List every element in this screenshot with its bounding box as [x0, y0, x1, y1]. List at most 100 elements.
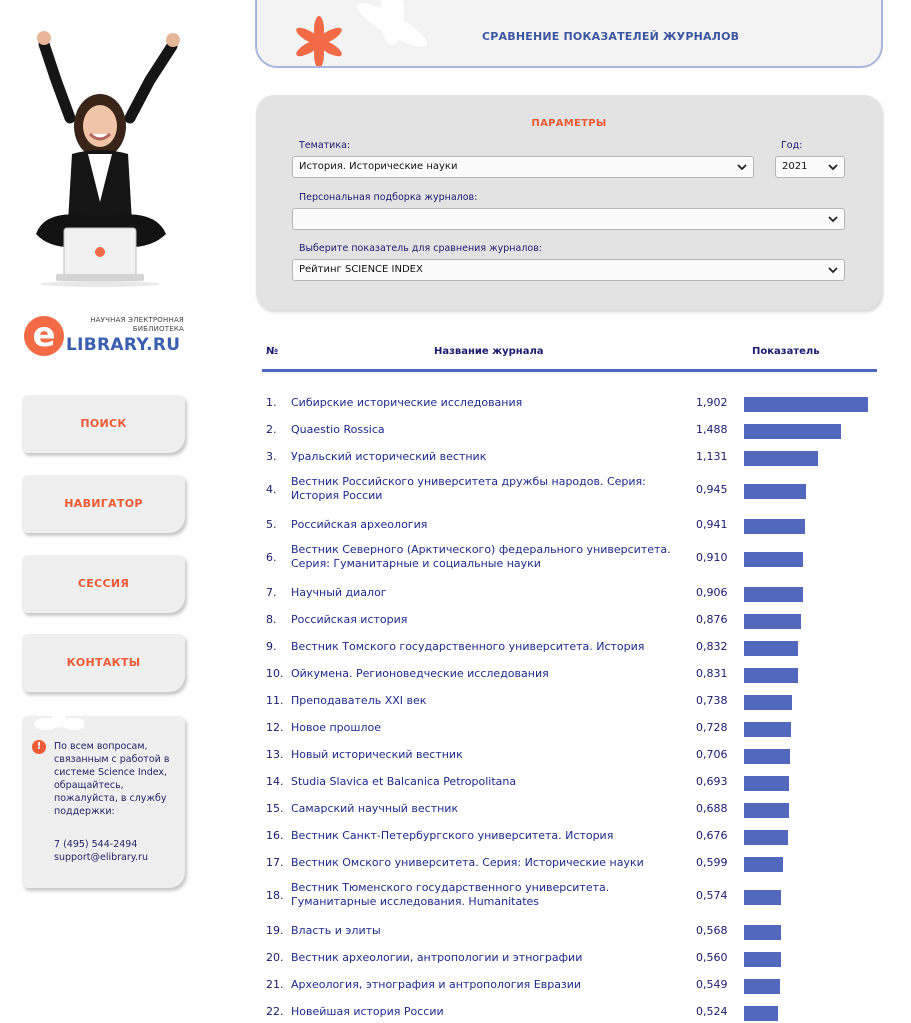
sidebar: НАУЧНАЯ ЭЛЕКТРОННАЯ БИБЛИОТЕКА e LIBRARY… — [0, 0, 200, 1023]
nav-search-button[interactable]: ПОИСК — [22, 395, 185, 453]
table-row: 6. Вестник Северного (Арктического) федер… — [262, 543, 877, 584]
topic-select[interactable]: История. Исторические науки — [292, 156, 754, 178]
table-row: 9. Вестник Томского государственного унив… — [262, 638, 877, 665]
logo-e-mark: e — [24, 316, 64, 356]
nav-contacts-button[interactable]: КОНТАКТЫ — [22, 634, 185, 692]
journal-name-link[interactable]: Власть и элиты — [291, 924, 686, 938]
journal-name-link[interactable]: Вестник Томского государственного универ… — [291, 640, 686, 654]
indicator-value: 1,488 — [696, 423, 728, 436]
table-row: 2. Quaestio Rossica 1,488 — [262, 421, 877, 448]
logo-brand-text: LIBRARY.RU — [66, 335, 181, 355]
indicator-bar — [744, 722, 791, 737]
asterisk-logo-icon — [296, 16, 342, 66]
nav-navigator-button[interactable]: НАВИГАТОР — [22, 475, 185, 533]
journal-name-link[interactable]: Вестник Тюменского государственного унив… — [291, 881, 686, 909]
support-contacts: 7 (495) 544-2494 support@elibrary.ru — [54, 838, 182, 864]
support-box: ! По всем вопросам, связанным с работой … — [22, 716, 185, 888]
row-number: 6. — [266, 551, 277, 564]
row-number: 4. — [266, 483, 277, 496]
journal-name-link[interactable]: Уральский исторический вестник — [291, 450, 686, 464]
indicator-label: Выберите показатель для сравнения журнал… — [299, 243, 543, 254]
table-row: 22. Новейшая история России 0,524 — [262, 1003, 877, 1023]
journal-name-link[interactable]: Вестник Российского университета дружбы … — [291, 475, 686, 503]
indicator-select[interactable]: Рейтинг SCIENCE INDEX — [292, 259, 845, 281]
indicator-value: 0,549 — [696, 978, 728, 991]
table-row: 13. Новый исторический вестник 0,706 — [262, 746, 877, 773]
indicator-value: 0,524 — [696, 1005, 728, 1018]
personal-selection-select[interactable] — [292, 208, 845, 230]
row-number: 11. — [266, 694, 284, 707]
row-number: 12. — [266, 721, 284, 734]
support-phone: 7 (495) 544-2494 — [54, 839, 138, 850]
journal-name-link[interactable]: Ойкумена. Регионоведческие исследования — [291, 667, 686, 681]
row-number: 15. — [266, 802, 284, 815]
row-number: 17. — [266, 856, 284, 869]
journal-name-link[interactable]: Самарский научный вестник — [291, 802, 686, 816]
indicator-bar — [744, 695, 792, 710]
table-row: 21. Археология, этнография и антропология… — [262, 976, 877, 1003]
indicator-bar — [744, 979, 780, 994]
indicator-bar — [744, 424, 841, 439]
chevron-down-icon — [828, 216, 838, 223]
indicator-value: 0,910 — [696, 551, 728, 564]
column-name-header: Название журнала — [434, 346, 544, 357]
topic-select-value: История. Исторические науки — [299, 161, 458, 172]
indicator-bar — [744, 776, 789, 791]
table-row: 8. Российская история 0,876 — [262, 611, 877, 638]
support-text: По всем вопросам, связанным с работой в … — [54, 741, 170, 817]
nav-session-button[interactable]: СЕССИЯ — [22, 555, 185, 613]
journal-name-link[interactable]: Археология, этнография и антропология Ев… — [291, 978, 686, 992]
row-number: 22. — [266, 1005, 284, 1018]
indicator-bar — [744, 925, 781, 940]
personal-selection-label: Персональная подборка журналов: — [299, 192, 478, 203]
indicator-value: 0,706 — [696, 748, 728, 761]
journal-name-link[interactable]: Новый исторический вестник — [291, 748, 686, 762]
year-select-value: 2021 — [782, 161, 808, 172]
journal-name-link[interactable]: Научный диалог — [291, 586, 686, 600]
row-number: 19. — [266, 924, 284, 937]
indicator-bar — [744, 830, 788, 845]
journal-name-link[interactable]: Преподаватель XXI век — [291, 694, 686, 708]
year-label: Год: — [781, 140, 803, 151]
row-number: 8. — [266, 613, 277, 626]
row-number: 21. — [266, 978, 284, 991]
elibrary-logo[interactable]: НАУЧНАЯ ЭЛЕКТРОННАЯ БИБЛИОТЕКА e LIBRARY… — [24, 313, 194, 363]
table-row: 10. Ойкумена. Регионоведческие исследован… — [262, 665, 877, 692]
journal-name-link[interactable]: Новое прошлое — [291, 721, 686, 735]
table-header-divider — [262, 369, 877, 372]
journal-name-link[interactable]: Вестник Омского университета. Серия: Ист… — [291, 856, 686, 870]
journal-name-link[interactable]: Российская история — [291, 613, 686, 627]
indicator-bar — [744, 552, 803, 567]
table-row: 7. Научный диалог 0,906 — [262, 584, 877, 611]
row-number: 2. — [266, 423, 277, 436]
row-number: 14. — [266, 775, 284, 788]
row-number: 3. — [266, 450, 277, 463]
parameters-title: ПАРАМЕТРЫ — [531, 118, 607, 129]
support-email-link[interactable]: support@elibrary.ru — [54, 851, 182, 864]
table-row: 16. Вестник Санкт-Петербургского универси… — [262, 827, 877, 854]
indicator-value: 0,941 — [696, 518, 728, 531]
journal-name-link[interactable]: Российская археология — [291, 518, 686, 532]
journal-name-link[interactable]: Quaestio Rossica — [291, 423, 686, 437]
indicator-value: 0,568 — [696, 924, 728, 937]
year-select[interactable]: 2021 — [775, 156, 845, 178]
indicator-bar — [744, 890, 781, 905]
page-title: СРАВНЕНИЕ ПОКАЗАТЕЛЕЙ ЖУРНАЛОВ — [482, 30, 740, 43]
journal-name-link[interactable]: Новейшая история России — [291, 1005, 686, 1019]
table-row: 1. Сибирские исторические исследования 1,9… — [262, 394, 877, 421]
row-number: 7. — [266, 586, 277, 599]
journal-name-link[interactable]: Studia Slavica et Balcanica Petropolitan… — [291, 775, 686, 789]
indicator-bar — [744, 952, 781, 967]
row-number: 1. — [266, 396, 277, 409]
indicator-value: 0,693 — [696, 775, 728, 788]
row-number: 16. — [266, 829, 284, 842]
flower-decoration — [357, 0, 427, 47]
journal-name-link[interactable]: Сибирские исторические исследования — [291, 396, 686, 410]
indicator-value: 0,832 — [696, 640, 728, 653]
journal-name-link[interactable]: Вестник археологии, антропологии и этног… — [291, 951, 686, 965]
journal-name-link[interactable]: Вестник Северного (Арктического) федерал… — [291, 543, 686, 571]
indicator-bar — [744, 587, 803, 602]
row-number: 20. — [266, 951, 284, 964]
indicator-bar — [744, 614, 801, 629]
journal-name-link[interactable]: Вестник Санкт-Петербургского университет… — [291, 829, 686, 843]
